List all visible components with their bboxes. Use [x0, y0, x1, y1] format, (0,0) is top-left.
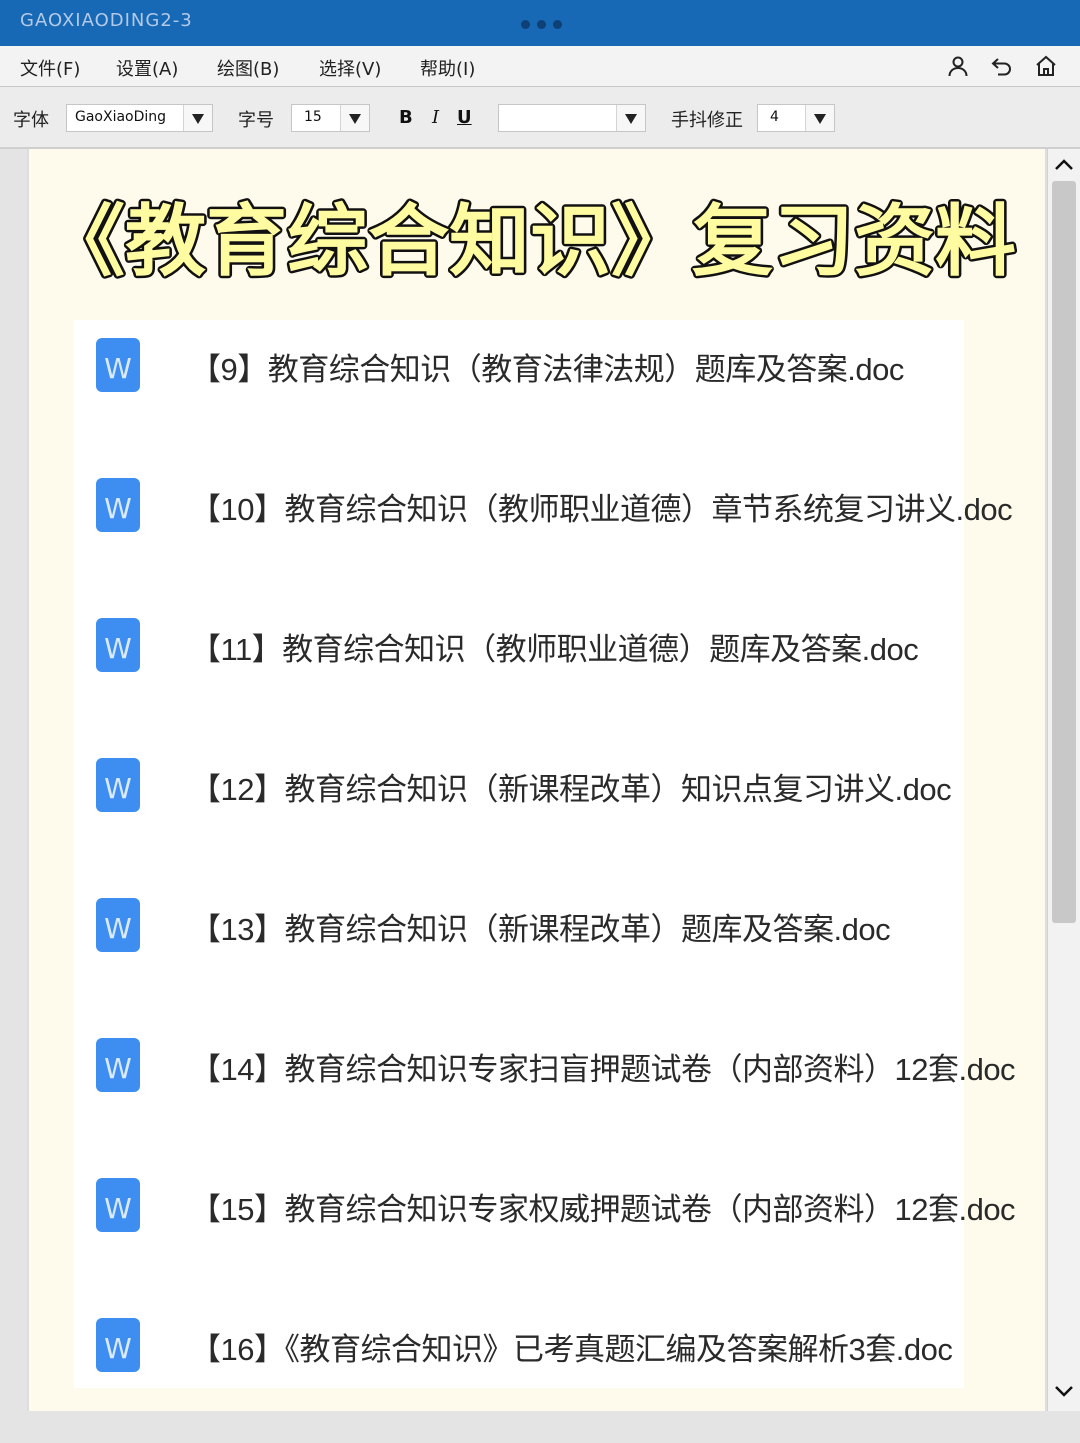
font-label: 字体 [13, 110, 49, 131]
menu-select[interactable]: 选择(V) [319, 55, 381, 81]
file-item[interactable]: W 【14】教育综合知识专家扫盲押题试卷（内部资料）12套.doc [74, 1020, 1016, 1160]
file-list: W 【9】教育综合知识（教育法律法规）题库及答案.doc W 【10】教育综合知… [74, 320, 1016, 1388]
chevron-down-icon[interactable] [340, 105, 369, 131]
file-name: 【13】教育综合知识（新课程改革）题库及答案.doc [190, 912, 891, 947]
file-item[interactable]: W 【16】《教育综合知识》已考真题汇编及答案解析3套.doc [74, 1300, 964, 1388]
left-gutter [0, 149, 27, 1443]
chevron-down-icon[interactable] [183, 105, 212, 131]
svg-text:W: W [104, 492, 132, 525]
file-item[interactable]: W 【13】教育综合知识（新课程改革）题库及答案.doc [74, 880, 964, 1020]
underline-button[interactable]: U [457, 107, 472, 128]
font-select[interactable]: GaoXiaoDing [66, 104, 213, 132]
file-item[interactable]: W 【12】教育综合知识（新课程改革）知识点复习讲义.doc [74, 740, 964, 880]
user-icon[interactable] [946, 54, 970, 78]
word-doc-icon: W [96, 1178, 140, 1232]
color-select[interactable] [498, 104, 646, 132]
svg-text:W: W [104, 632, 132, 665]
svg-text:W: W [104, 1332, 132, 1365]
vertical-scrollbar[interactable] [1047, 149, 1080, 1411]
file-name: 【10】教育综合知识（教师职业道德）章节系统复习讲义.doc [190, 492, 1013, 527]
svg-text:W: W [104, 912, 132, 945]
bold-button[interactable]: B [399, 107, 413, 128]
document-heading: 《教育综合知识》复习资料 [40, 188, 1040, 290]
word-doc-icon: W [96, 1318, 140, 1372]
size-select[interactable]: 15 [291, 104, 370, 132]
file-name: 【15】教育综合知识专家权威押题试卷（内部资料）12套.doc [190, 1192, 1016, 1227]
svg-text:W: W [104, 1052, 132, 1085]
chevron-down-icon[interactable] [805, 105, 834, 131]
menu-file[interactable]: 文件(F) [20, 55, 80, 81]
file-name: 【12】教育综合知识（新课程改革）知识点复习讲义.doc [190, 772, 952, 807]
home-icon[interactable] [1034, 54, 1058, 78]
svg-text:W: W [104, 1192, 132, 1225]
size-value: 15 [304, 109, 322, 125]
italic-button[interactable]: I [432, 107, 439, 128]
file-item[interactable]: W 【15】教育综合知识专家权威押题试卷（内部资料）12套.doc [74, 1160, 1016, 1300]
file-name: 【16】《教育综合知识》已考真题汇编及答案解析3套.doc [190, 1332, 953, 1367]
file-item[interactable]: W 【9】教育综合知识（教育法律法规）题库及答案.doc [74, 320, 964, 460]
more-options-icon[interactable] [521, 20, 562, 29]
size-label: 字号 [238, 110, 274, 131]
heading-text: 《教育综合知识》复习资料 [44, 197, 1016, 287]
title-bar: GAOXIAODING2-3 [0, 0, 1080, 46]
word-doc-icon: W [96, 1038, 140, 1092]
chevron-down-icon[interactable] [616, 105, 645, 131]
bottom-strip [0, 1411, 1080, 1443]
chevron-up-icon[interactable] [1054, 157, 1074, 173]
chevron-down-icon[interactable] [1054, 1383, 1074, 1399]
window-title: GAOXIAODING2-3 [20, 10, 193, 31]
word-doc-icon: W [96, 478, 140, 532]
word-doc-icon: W [96, 898, 140, 952]
word-doc-icon: W [96, 618, 140, 672]
menu-draw[interactable]: 绘图(B) [217, 55, 279, 81]
word-doc-icon: W [96, 338, 140, 392]
svg-text:W: W [104, 352, 132, 385]
menu-bar: 文件(F) 设置(A) 绘图(B) 选择(V) 帮助(I) [0, 46, 1080, 87]
word-doc-icon: W [96, 758, 140, 812]
file-name: 【9】教育综合知识（教育法律法规）题库及答案.doc [190, 352, 904, 387]
undo-icon[interactable] [990, 54, 1014, 78]
file-item[interactable]: W 【10】教育综合知识（教师职业道德）章节系统复习讲义.doc [74, 460, 1013, 600]
jitter-value: 4 [770, 109, 779, 125]
file-item[interactable]: W 【11】教育综合知识（教师职业道德）题库及答案.doc [74, 600, 964, 740]
menu-help[interactable]: 帮助(I) [420, 55, 475, 81]
format-toolbar: 字体 GaoXiaoDing 字号 15 B I U 手抖修正 4 [0, 87, 1080, 149]
file-name: 【11】教育综合知识（教师职业道德）题库及答案.doc [190, 632, 919, 667]
svg-text:W: W [104, 772, 132, 805]
file-name: 【14】教育综合知识专家扫盲押题试卷（内部资料）12套.doc [190, 1052, 1016, 1087]
jitter-label: 手抖修正 [671, 110, 743, 131]
jitter-select[interactable]: 4 [757, 104, 835, 132]
menu-settings[interactable]: 设置(A) [116, 55, 178, 81]
scroll-thumb[interactable] [1052, 181, 1076, 923]
font-value: GaoXiaoDing [75, 109, 167, 125]
